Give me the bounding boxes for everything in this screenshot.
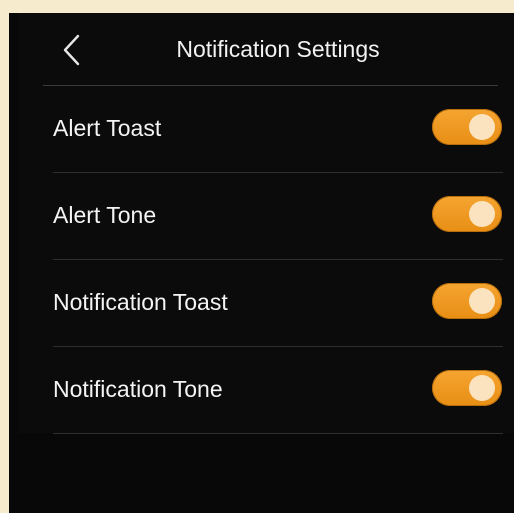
notification-tone-toggle[interactable]: [432, 370, 502, 406]
setting-label: Alert Toast: [53, 115, 162, 141]
settings-panel: Notification Settings Alert Toast Alert …: [18, 13, 514, 434]
toggle-knob: [469, 375, 495, 401]
setting-row-notification-tone: Notification Tone: [53, 347, 503, 434]
setting-row-notification-toast: Notification Toast: [53, 260, 503, 347]
toggle-knob: [469, 201, 495, 227]
header-bar: Notification Settings: [18, 13, 514, 85]
notification-toast-toggle[interactable]: [432, 283, 502, 319]
alert-toast-toggle[interactable]: [432, 109, 502, 145]
screen: Notification Settings Alert Toast Alert …: [9, 13, 514, 513]
page-title: Notification Settings: [176, 36, 380, 62]
toggle-knob: [469, 114, 495, 140]
setting-label: Alert Tone: [53, 202, 157, 228]
setting-label: Notification Tone: [53, 376, 223, 402]
setting-row-alert-toast: Alert Toast: [53, 86, 503, 173]
back-button[interactable]: [60, 33, 86, 67]
chevron-left-icon: [63, 34, 80, 66]
setting-label: Notification Toast: [53, 289, 228, 315]
setting-row-alert-tone: Alert Tone: [53, 173, 503, 260]
alert-tone-toggle[interactable]: [432, 196, 502, 232]
toggle-knob: [469, 288, 495, 314]
device-frame: Notification Settings Alert Toast Alert …: [0, 0, 514, 513]
